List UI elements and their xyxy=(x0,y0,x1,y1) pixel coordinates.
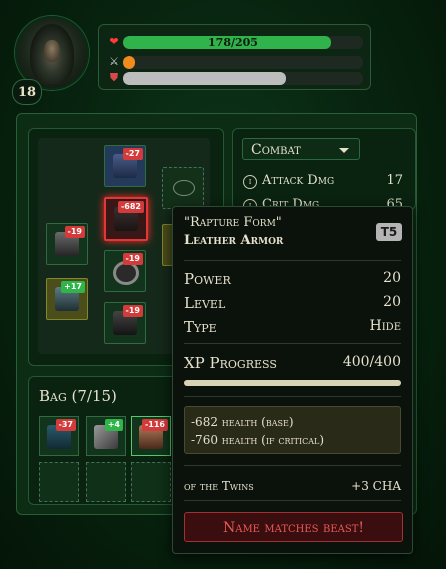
suffix-label: of the Twins xyxy=(184,479,254,493)
stat-bars: ❤ 178/205 ⚔ ⛊ xyxy=(98,24,371,90)
armor-bar xyxy=(123,71,363,85)
xp-bar xyxy=(123,55,363,69)
power-value: 20 xyxy=(383,270,401,286)
slot-feet[interactable]: -19 xyxy=(104,302,146,344)
beast-match-banner: Name matches beast! xyxy=(184,512,403,542)
bag-title: Bag (7/15) xyxy=(39,387,117,405)
bag-slot-1[interactable]: -37 xyxy=(39,416,79,456)
tier-badge: T5 xyxy=(376,223,402,241)
bag-slot-empty[interactable] xyxy=(131,462,171,502)
divider xyxy=(184,500,401,501)
divider xyxy=(184,343,401,344)
bag-slot-empty[interactable] xyxy=(86,462,126,502)
badge-waist: -19 xyxy=(122,253,143,265)
badge-bag-2: +4 xyxy=(104,419,123,431)
badge-feet: -19 xyxy=(122,305,143,317)
slot-waist[interactable]: -19 xyxy=(104,250,146,292)
effects-box: -682 health (base) -760 health (if criti… xyxy=(184,406,401,454)
level-label: Level xyxy=(184,294,226,312)
power-label: Power xyxy=(184,270,231,288)
slot-neck[interactable] xyxy=(162,167,204,209)
slot-helmet[interactable]: -27 xyxy=(104,145,146,187)
health-text: 178/205 xyxy=(208,35,258,49)
stat-label: Attack Dmg xyxy=(262,173,335,188)
slot-hands[interactable]: -19 xyxy=(46,223,88,265)
necklace-icon xyxy=(173,180,195,196)
xp-label: XP Progress xyxy=(184,354,277,372)
bag-slot-2[interactable]: +4 xyxy=(86,416,126,456)
badge-chest: -682 xyxy=(117,201,144,213)
shield-icon: ⛊ xyxy=(109,71,119,84)
xp-row: XP Progress 400/400 xyxy=(184,354,401,372)
slot-weapon[interactable]: +17 xyxy=(46,278,88,320)
item-xp-bar xyxy=(184,380,401,386)
health-bar: 178/205 xyxy=(123,35,363,49)
chevron-down-icon xyxy=(339,148,349,153)
effect-critical: -760 health (if critical) xyxy=(191,433,325,447)
divider xyxy=(184,396,401,397)
xp-value: 400/400 xyxy=(342,354,401,370)
badge-bag-3: -116 xyxy=(141,419,168,431)
badge-bag-1: -37 xyxy=(55,419,76,431)
type-row: Type Hide xyxy=(184,318,401,336)
divider xyxy=(184,465,401,466)
face xyxy=(44,40,60,62)
level-badge: 18 xyxy=(12,79,42,105)
stat-category-dropdown[interactable]: Combat xyxy=(242,138,360,160)
bag-slot-3[interactable]: -116 xyxy=(131,416,171,456)
stat-row-attack: i Attack Dmg 17 xyxy=(243,173,403,189)
divider xyxy=(184,260,401,261)
dropdown-label: Combat xyxy=(251,142,301,158)
stat-value: 17 xyxy=(386,173,403,188)
type-label: Type xyxy=(184,318,217,336)
suffix-value: +3 CHA xyxy=(351,479,401,493)
suffix-row: of the Twins +3 CHA xyxy=(184,479,401,493)
item-tooltip: "Rapture Form" Leather Armor T5 Power 20… xyxy=(172,206,413,554)
info-icon[interactable]: i xyxy=(243,175,257,189)
effect-base: -682 health (base) xyxy=(191,415,294,429)
badge-helmet: -27 xyxy=(122,148,143,160)
power-row: Power 20 xyxy=(184,270,401,288)
combat-panel: Combat i Attack Dmg 17 i Crit Dmg 65 xyxy=(232,128,416,210)
heart-icon: ❤ xyxy=(109,35,119,48)
item-type: Leather Armor xyxy=(184,233,284,248)
slot-chest[interactable]: -682 xyxy=(104,197,148,241)
level-row: Level 20 xyxy=(184,294,401,312)
level-value: 20 xyxy=(383,294,401,310)
type-value: Hide xyxy=(369,318,401,334)
badge-hands: -19 xyxy=(64,226,85,238)
badge-weapon: +17 xyxy=(61,281,85,293)
item-name: "Rapture Form" xyxy=(184,215,282,230)
bag-slot-empty[interactable] xyxy=(39,462,79,502)
crossed-swords-icon: ⚔ xyxy=(109,55,119,68)
